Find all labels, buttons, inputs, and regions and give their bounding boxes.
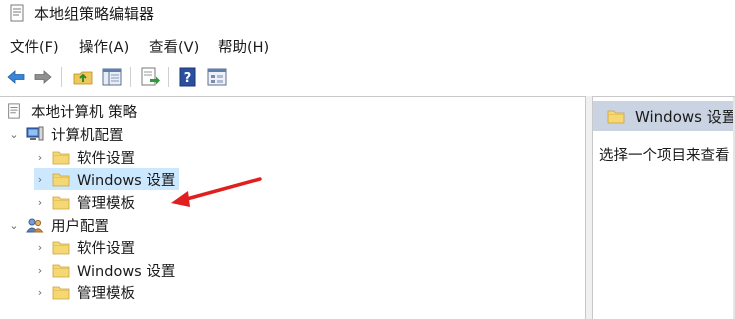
tree-item-windows-settings[interactable]: › Windows 设置: [34, 168, 180, 190]
tree-item-label: 计算机配置: [51, 127, 124, 144]
tree-item-label: 软件设置: [77, 240, 135, 257]
title-bar: 本地组策略编辑器: [0, 0, 735, 28]
tree-root-local-computer-policy[interactable]: 本地计算机 策略: [6, 100, 137, 122]
details-pane: Windows 设置 选择一个项目来查看: [592, 96, 735, 319]
export-list-icon[interactable]: [139, 66, 161, 88]
tree-item-software-settings[interactable]: › 软件设置: [34, 146, 135, 168]
folder-icon: [607, 110, 625, 124]
tree-item-admin-templates[interactable]: › 管理模板: [34, 191, 135, 213]
menu-bar: 文件(F) 操作(A) 查看(V) 帮助(H): [0, 36, 735, 58]
chevron-right-icon[interactable]: ›: [34, 151, 46, 164]
toolbar-separator: [61, 67, 62, 87]
tree-item-user-windows-settings[interactable]: › Windows 设置: [34, 259, 176, 281]
chevron-right-icon[interactable]: ›: [34, 173, 46, 186]
window-title: 本地组策略编辑器: [34, 5, 155, 23]
chevron-right-icon[interactable]: ›: [34, 286, 46, 299]
properties-icon[interactable]: [206, 66, 228, 88]
back-arrow-icon[interactable]: [5, 66, 27, 88]
chevron-down-icon[interactable]: ⌄: [8, 219, 20, 232]
up-folder-icon[interactable]: [72, 66, 94, 88]
menu-help[interactable]: 帮助(H): [218, 36, 269, 57]
svg-text:?: ?: [184, 71, 192, 86]
menu-view[interactable]: 查看(V): [149, 36, 199, 57]
users-icon: [26, 218, 44, 233]
tree-item-label: 本地计算机 策略: [31, 104, 138, 121]
tree-item-label: 管理模板: [77, 285, 135, 302]
chevron-right-icon[interactable]: ›: [34, 196, 46, 209]
details-header-title: Windows 设置: [635, 107, 735, 126]
folder-icon: [52, 173, 70, 187]
folder-icon: [52, 286, 70, 300]
toolbar-separator: [168, 67, 169, 87]
tree-item-computer-config[interactable]: ⌄ 计算机配置: [8, 123, 124, 145]
tree-item-label: 软件设置: [77, 150, 135, 167]
forward-arrow-icon[interactable]: [32, 66, 54, 88]
chevron-right-icon[interactable]: ›: [34, 264, 46, 277]
tree-item-label: 管理模板: [77, 195, 135, 212]
folder-icon: [52, 151, 70, 165]
help-icon[interactable]: ?: [177, 66, 199, 88]
folder-icon: [52, 241, 70, 255]
toolbar: ?: [0, 61, 735, 93]
show-hide-tree-icon[interactable]: [101, 66, 123, 88]
menu-action[interactable]: 操作(A): [79, 36, 129, 57]
policy-document-icon: [10, 4, 24, 22]
menu-file[interactable]: 文件(F): [10, 36, 59, 57]
chevron-down-icon[interactable]: ⌄: [8, 128, 20, 141]
tree-item-label: Windows 设置: [77, 172, 176, 189]
tree-item-user-config[interactable]: ⌄ 用户配置: [8, 214, 109, 236]
chevron-right-icon[interactable]: ›: [34, 241, 46, 254]
tree-item-user-software-settings[interactable]: › 软件设置: [34, 236, 135, 258]
tree-item-label: 用户配置: [51, 218, 109, 235]
toolbar-separator: [130, 67, 131, 87]
folder-icon: [52, 196, 70, 210]
computer-icon: [26, 126, 44, 141]
folder-icon: [52, 264, 70, 278]
details-header: Windows 设置: [593, 101, 735, 131]
tree-item-label: Windows 设置: [77, 263, 176, 280]
policy-document-icon: [8, 103, 20, 119]
tree-item-user-admin-templates[interactable]: › 管理模板: [34, 281, 135, 303]
tree-pane: 本地计算机 策略 ⌄ 计算机配置 › 软件设置 › Windows 设置 › 管…: [0, 96, 586, 319]
details-description: 选择一个项目来查看: [599, 148, 730, 164]
